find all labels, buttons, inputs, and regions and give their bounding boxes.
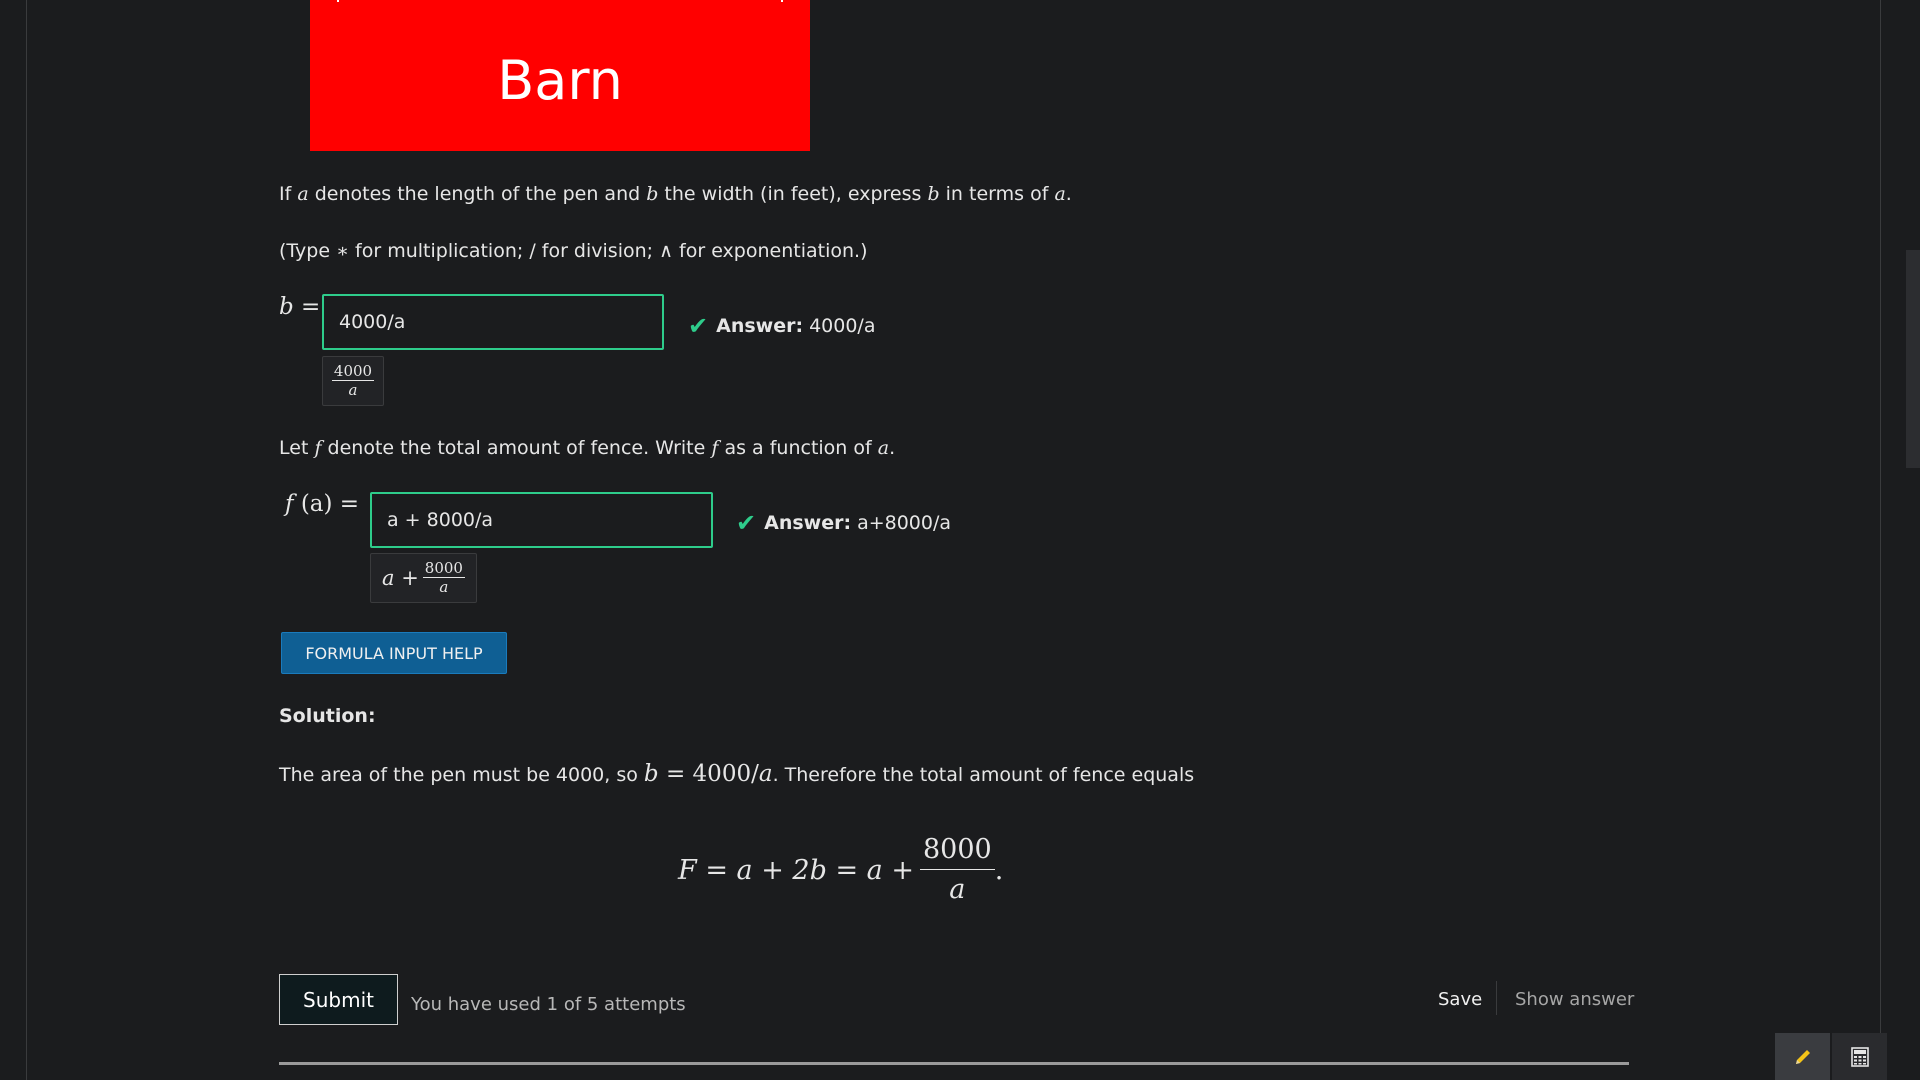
divider xyxy=(1496,981,1497,1015)
part-1-label: b = xyxy=(279,294,321,320)
scrollbar-track[interactable] xyxy=(1906,0,1920,1080)
answer-label: Answer: xyxy=(764,512,852,534)
part-1-input[interactable]: 4000/a xyxy=(322,294,664,350)
section-divider xyxy=(279,1062,1629,1065)
solution-heading: Solution: xyxy=(279,705,376,727)
input-hint: (Type ∗ for multiplication; / for divisi… xyxy=(279,240,868,262)
scrollbar-thumb[interactable] xyxy=(1906,250,1920,468)
part-2-preview: a + 8000 a xyxy=(370,553,477,603)
save-button[interactable]: Save xyxy=(1438,989,1482,1010)
check-icon: ✔ xyxy=(688,312,709,340)
display-end: . xyxy=(994,855,1004,887)
solution-display-equation: F = a + 2b = a + 8000 a . xyxy=(678,835,1003,906)
answer-value: 4000/a xyxy=(809,315,876,337)
attempts-counter: You have used 1 of 5 attempts xyxy=(411,994,686,1015)
part-2-answer: ✔ Answer: a+8000/a xyxy=(736,509,951,537)
figure-tick xyxy=(781,0,783,2)
display-lhs: F = a + 2b = a + xyxy=(678,855,914,887)
part-1-input-value: 4000/a xyxy=(339,311,406,333)
preview-prefix: a + xyxy=(382,566,419,590)
answer-label: Answer: xyxy=(716,315,804,337)
part-1-preview: 4000 a xyxy=(322,356,384,406)
part-1-answer: ✔ Answer: 4000/a xyxy=(688,312,875,340)
display-numerator: 8000 xyxy=(919,835,995,870)
part-2-label: f (a) = xyxy=(285,491,360,517)
question-1-text: If a denotes the length of the pen and b… xyxy=(279,183,1072,205)
preview-numerator: 4000 xyxy=(331,362,375,381)
content-frame xyxy=(26,0,1881,1080)
preview-numerator: 8000 xyxy=(422,559,465,578)
calculator-tool-button[interactable] xyxy=(1832,1033,1887,1080)
question-2-text: Let f denote the total amount of fence. … xyxy=(279,437,896,459)
part-2-input[interactable]: a + 8000/a xyxy=(370,492,713,548)
calculator-icon xyxy=(1850,1046,1869,1067)
barn-label: Barn xyxy=(497,49,623,112)
submit-button[interactable]: Submit xyxy=(279,974,398,1025)
preview-denominator: a xyxy=(348,380,358,399)
preview-denominator: a xyxy=(439,577,449,596)
part-2-input-value: a + 8000/a xyxy=(387,509,494,531)
figure-tick xyxy=(337,0,339,2)
pencil-tool-button[interactable] xyxy=(1775,1033,1830,1080)
answer-value: a+8000/a xyxy=(857,512,952,534)
solution-text: The area of the pen must be 4000, so b =… xyxy=(279,761,1195,787)
barn-figure: Barn xyxy=(310,0,810,151)
show-answer-button[interactable]: Show answer xyxy=(1515,989,1634,1010)
formula-input-help-button[interactable]: FORMULA INPUT HELP xyxy=(281,632,507,674)
display-denominator: a xyxy=(949,873,966,905)
pencil-icon xyxy=(1795,1049,1810,1064)
check-icon: ✔ xyxy=(736,509,757,537)
